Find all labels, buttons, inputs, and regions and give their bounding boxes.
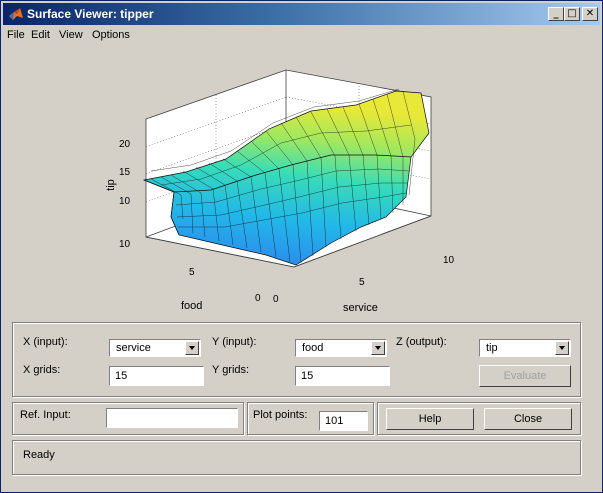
x-input-label: X (input):: [23, 336, 68, 348]
food-tick-0: 0: [255, 293, 261, 304]
status-text: Ready: [23, 449, 55, 461]
help-button[interactable]: Help: [386, 408, 474, 430]
z-output-label: Z (output):: [396, 336, 447, 348]
y-grids-label: Y grids:: [212, 364, 250, 376]
menu-options[interactable]: Options: [92, 29, 130, 41]
x-input-value: service: [116, 342, 151, 354]
ref-input-field[interactable]: [106, 408, 238, 428]
surface-plot-area[interactable]: 20 15 10 10 5 0 0 5 10 tip food service: [11, 47, 595, 314]
plot-points-panel: Plot points: 101: [247, 402, 374, 435]
title-bar[interactable]: Surface Viewer: tipper _ □ ✕: [3, 3, 600, 25]
window-title: Surface Viewer: tipper: [27, 7, 154, 21]
surface-viewer-window: Surface Viewer: tipper _ □ ✕ File Edit V…: [0, 0, 603, 493]
maximize-icon: □: [567, 8, 577, 19]
service-tick-0: 0: [273, 294, 279, 305]
ref-input-panel: Ref. Input:: [12, 402, 244, 435]
buttons-panel: Help Close: [377, 402, 581, 435]
chevron-down-icon[interactable]: [371, 341, 385, 355]
menu-bar: File Edit View Options: [3, 26, 600, 45]
z-tick-10: 10: [119, 196, 131, 207]
chevron-down-icon[interactable]: [555, 341, 569, 355]
y-axis-label: food: [181, 300, 202, 312]
food-tick-5: 5: [189, 267, 195, 278]
x-axis-label: service: [343, 302, 378, 313]
close-icon: ✕: [585, 8, 595, 19]
y-input-select[interactable]: food: [295, 339, 387, 357]
axes-settings-panel: X (input): service Y (input): food Z (ou…: [12, 322, 581, 397]
y-input-value: food: [302, 342, 324, 354]
food-tick-10: 10: [119, 239, 131, 250]
plot-points-field[interactable]: 101: [319, 411, 368, 431]
menu-view[interactable]: View: [59, 29, 83, 41]
x-input-select[interactable]: service: [109, 339, 201, 357]
service-tick-10: 10: [443, 255, 455, 266]
status-panel: Ready: [12, 440, 581, 475]
z-output-value: tip: [486, 342, 498, 354]
z-axis-label: tip: [105, 179, 117, 191]
menu-file[interactable]: File: [7, 29, 25, 41]
chevron-down-icon[interactable]: [185, 341, 199, 355]
menu-edit[interactable]: Edit: [31, 29, 50, 41]
x-grids-field[interactable]: 15: [109, 366, 204, 386]
service-tick-5: 5: [359, 277, 365, 288]
minimize-button[interactable]: _: [548, 7, 564, 21]
z-output-select[interactable]: tip: [479, 339, 571, 357]
x-grids-label: X grids:: [23, 364, 61, 376]
y-input-label: Y (input):: [212, 336, 257, 348]
maximize-button[interactable]: □: [564, 7, 580, 21]
minimize-icon: _: [553, 8, 559, 19]
surface-plot[interactable]: 20 15 10 10 5 0 0 5 10 tip food service: [11, 47, 595, 314]
plot-points-label: Plot points:: [253, 409, 308, 421]
y-grids-field[interactable]: 15: [295, 366, 390, 386]
z-tick-15: 15: [119, 167, 131, 178]
close-window-button[interactable]: ✕: [582, 7, 598, 21]
ref-input-label: Ref. Input:: [20, 409, 71, 421]
z-tick-20: 20: [119, 139, 131, 150]
matlab-logo-icon: [9, 8, 23, 20]
close-button[interactable]: Close: [484, 408, 572, 430]
evaluate-button[interactable]: Evaluate: [479, 365, 571, 387]
